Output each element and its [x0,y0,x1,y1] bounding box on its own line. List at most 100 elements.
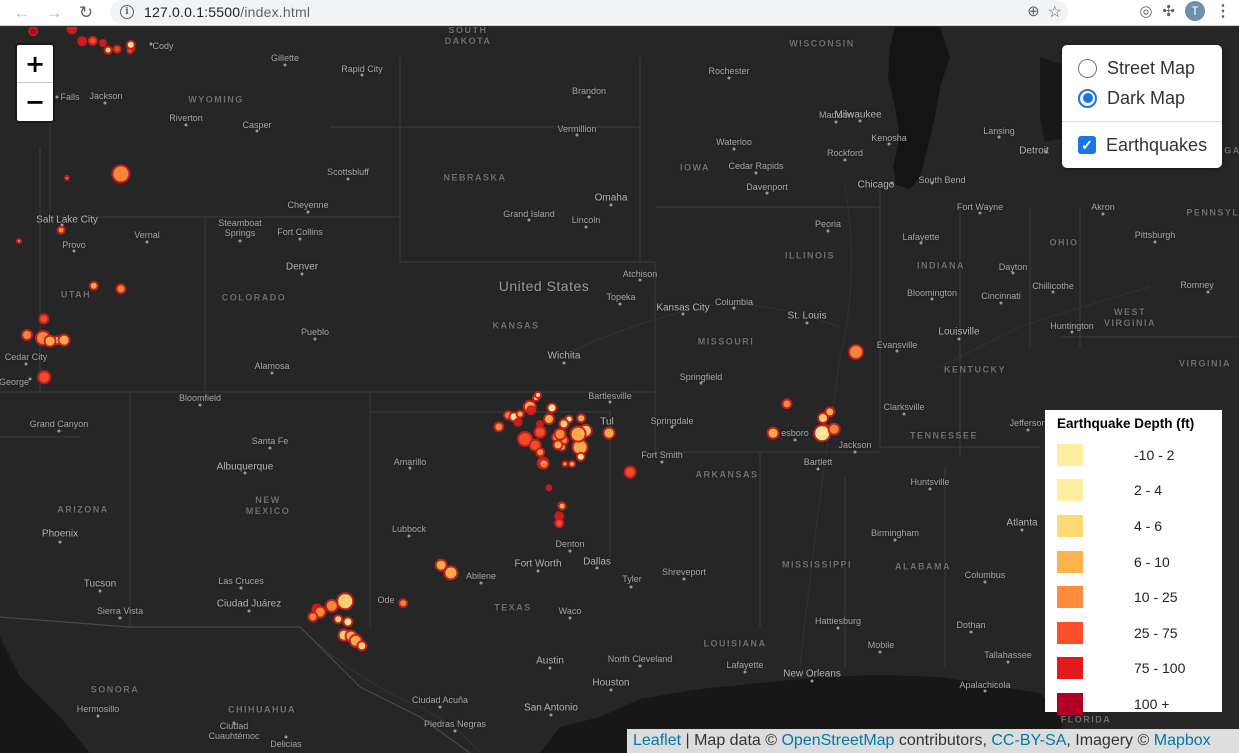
earthquake-marker[interactable] [37,370,51,384]
earthquake-marker[interactable] [766,426,780,440]
city-dot [118,616,122,620]
city-dot [479,581,483,585]
city-dot [1070,330,1074,334]
mapbox-link[interactable]: Mapbox [1154,732,1211,750]
earthquake-marker[interactable] [534,391,542,399]
city-dot [843,158,847,162]
city-dot [930,297,934,301]
map-label: ILLINOIS [785,250,835,261]
earthquake-marker[interactable] [16,238,22,244]
city-dot [562,361,566,365]
legend-swatch [1057,514,1083,537]
earthquake-marker[interactable] [557,501,567,511]
forward-icon[interactable]: → [42,1,66,25]
avatar[interactable]: T [1185,1,1205,21]
city-dot [629,585,633,589]
map-label: Fort Smith [641,450,683,460]
map-label: TENNESSEE [909,430,979,441]
earthquake-marker[interactable] [602,426,616,440]
map-label: Louisville [938,326,980,338]
layer-option-dark-map[interactable]: Dark Map [1078,83,1212,113]
zoom-lens-icon[interactable]: ⊕ [1027,2,1040,22]
map-label: Rapid City [341,64,383,74]
map-label: Springfield [679,372,723,382]
earthquake-marker[interactable] [103,45,113,55]
legend-label: 4 - 6 [1134,517,1163,534]
earthquake-marker[interactable] [28,27,38,36]
earthquake-marker[interactable] [77,36,87,46]
earthquake-marker[interactable] [848,344,864,360]
layer-option-street-map[interactable]: Street Map [1078,53,1212,83]
earthquake-marker[interactable] [513,417,523,427]
map-label: KANSAS [492,320,540,331]
map-label: Springdale [650,416,694,426]
earthquake-marker[interactable] [568,460,576,468]
puzzle-icon[interactable]: ✣ [1162,2,1175,20]
site-info-icon[interactable]: i [120,5,134,19]
map-label: PENNSYLVA [1186,207,1239,218]
earthquake-marker[interactable] [112,44,122,54]
dark-map-radio[interactable] [1078,88,1097,108]
map-label: SONORA [90,684,140,695]
earthquake-marker[interactable] [817,412,829,424]
map-label: OHIO [1049,237,1079,248]
city-dot [732,147,736,151]
street-map-radio[interactable] [1078,58,1097,78]
earthquake-marker[interactable] [533,425,547,439]
earthquake-marker[interactable] [57,333,71,347]
city-dot [1020,528,1024,532]
city-dot [957,337,961,341]
city-dot [660,460,664,464]
menu-icon[interactable]: ⋮ [1215,1,1231,21]
map-label: Dothan [956,620,986,630]
map-label: Grand Island [503,209,555,219]
legend-item: 10 - 25 [1057,579,1212,615]
city-dot [98,589,102,593]
earthquake-marker[interactable] [569,425,587,443]
earthquake-marker[interactable] [43,334,57,348]
zoom-in-button[interactable]: + [17,45,53,83]
earthquake-marker[interactable] [543,413,555,425]
earthquakes-checkbox[interactable]: ✓ [1078,136,1096,154]
earthquake-marker[interactable] [64,175,70,181]
legend-label: 25 - 75 [1134,624,1178,641]
earthquake-marker[interactable] [553,427,567,441]
city-dot [930,181,934,185]
license-link[interactable]: CC-BY-SA [991,732,1066,750]
earthquake-marker[interactable] [554,518,564,528]
map-label: Falls [60,92,80,102]
zoom-out-button[interactable]: − [17,83,53,121]
earthquake-marker[interactable] [21,329,33,341]
map-label: Bartlett [803,457,833,467]
earthquake-marker[interactable] [623,465,637,479]
legend-label: 2 - 4 [1134,482,1163,499]
city-dot [919,241,923,245]
overlay-option-earthquakes[interactable]: ✓ Earthquakes [1078,130,1212,160]
map-label: United States [498,278,590,294]
map-canvas[interactable]: United States SOUTH DAKOTA WISCONSIN WYOMIN… [0,27,1239,753]
earthquake-marker[interactable] [526,405,536,415]
city-dot [834,120,838,124]
city-dot [232,721,236,725]
reload-icon[interactable]: ↻ [74,1,98,25]
map-label: Austin [536,655,564,667]
earthquake-marker[interactable] [827,422,841,436]
earthquake-marker[interactable] [535,447,545,457]
extension-icon[interactable]: ◎ [1139,2,1152,20]
osm-link[interactable]: OpenStreetMap [781,732,894,750]
bookmark-star-icon[interactable]: ☆ [1048,2,1062,22]
map-label: Milwaukee [834,109,882,121]
leaflet-link[interactable]: Leaflet [633,732,681,750]
earthquake-marker[interactable] [398,598,408,608]
city-dot [1206,290,1210,294]
city-dot [836,626,840,630]
earthquake-marker[interactable] [333,614,343,624]
city-dot [1101,212,1105,216]
back-icon[interactable]: ← [10,1,34,25]
city-dot [284,735,288,739]
earthquake-marker[interactable] [336,592,354,610]
city-dot [983,689,987,693]
earthquake-marker[interactable] [56,225,66,235]
earthquake-marker[interactable] [576,413,586,423]
address-bar[interactable]: i 127.0.0.1:5500/index.html ⊕ ☆ [110,0,1068,24]
